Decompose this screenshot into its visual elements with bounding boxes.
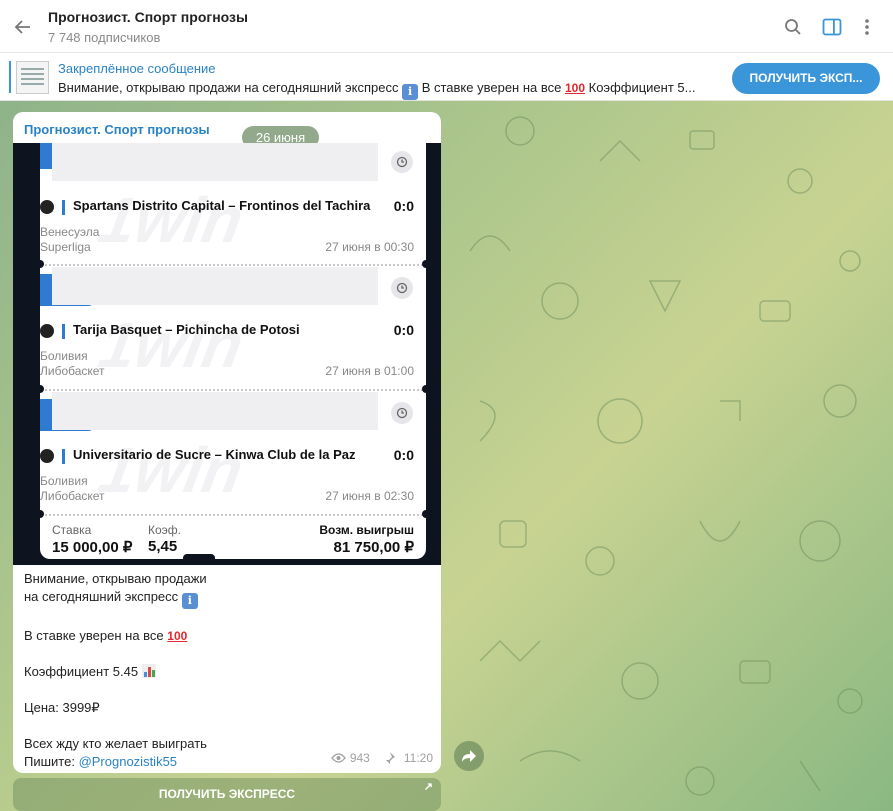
hundred-points-emoji: 100 — [564, 81, 586, 95]
message-meta: 943 11:20 — [330, 751, 433, 765]
chat-header: Прогнозист. Спорт прогнозы 7 748 подписч… — [0, 0, 893, 53]
forward-icon[interactable] — [454, 741, 484, 771]
match-datetime: 27 июня в 02:30 — [325, 489, 414, 503]
basketball-icon — [40, 324, 54, 338]
arrow-left-icon[interactable] — [10, 14, 36, 40]
external-link-icon: ↗ — [423, 781, 433, 793]
bar-marker — [62, 449, 65, 464]
basketball-icon — [40, 449, 54, 463]
redacted-block — [52, 392, 378, 430]
text-line: В ставке уверен на все — [24, 628, 164, 643]
eye-icon — [330, 753, 346, 763]
get-express-button[interactable]: ПОЛУЧИТЬ ЭКСПРЕСС ↗ — [13, 778, 441, 811]
coef-value: 5,45 — [148, 538, 178, 555]
match-country: Венесуэла — [40, 225, 100, 239]
notch — [40, 510, 44, 518]
bar-chart-emoji — [141, 664, 156, 678]
bet-row: Spartans Distrito Capital – Frontinos de… — [40, 143, 426, 263]
hundred-points-emoji: 100 — [167, 629, 188, 643]
clock-icon — [391, 277, 413, 299]
text-line: Пишите: — [24, 754, 79, 769]
match-country: Боливия — [40, 474, 88, 488]
divider — [40, 514, 426, 516]
match-datetime: 27 июня в 00:30 — [325, 240, 414, 254]
more-vertical-icon[interactable] — [856, 16, 878, 38]
text-line: Коэффициент 5.45 — [24, 664, 139, 679]
bet-slip-image[interactable]: 1win 1win 1win Spartans Distrito Capital… — [13, 143, 441, 565]
view-count: 943 — [349, 751, 370, 765]
message-author[interactable]: Прогнозист. Спорт прогнозы — [24, 122, 210, 137]
subscriber-count: 7 748 подписчиков — [48, 30, 161, 45]
text-line: Внимание, открываю продажи — [24, 571, 207, 586]
divider — [40, 264, 426, 266]
bar-marker — [62, 324, 65, 339]
channel-title[interactable]: Прогнозист. Спорт прогнозы — [48, 9, 248, 25]
redacted-block — [52, 267, 378, 305]
win-value: 81 750,00 ₽ — [333, 539, 414, 556]
bet-row: Tarija Basquet – Pichincha de Potosi 0:0… — [40, 267, 426, 387]
coef-label: Коэф. — [148, 523, 181, 537]
pin-icon — [384, 752, 395, 765]
notch — [422, 510, 426, 518]
text-line: на сегодняшний экспресс — [24, 589, 179, 604]
win-label: Возм. выигрыш — [319, 523, 414, 537]
match-name: Universitario de Sucre – Kinwa Club de l… — [73, 447, 356, 462]
message-time: 11:20 — [403, 751, 433, 765]
username-link[interactable]: @Prognozistik55 — [79, 754, 177, 769]
clock-icon — [391, 402, 413, 424]
match-country: Боливия — [40, 349, 88, 363]
information-emoji: i — [181, 593, 198, 609]
match-league: Либобаскет — [40, 364, 105, 378]
pinned-title: Закреплённое сообщение — [58, 61, 216, 76]
match-name: Spartans Distrito Capital – Frontinos de… — [73, 198, 371, 213]
pinned-get-express-button[interactable]: ПОЛУЧИТЬ ЭКСП... — [732, 63, 880, 94]
match-league: Superliga — [40, 240, 91, 254]
message-text: Внимание, открываю продажи на сегодняшни… — [24, 570, 429, 771]
bet-slip: 1win 1win 1win Spartans Distrito Capital… — [40, 143, 426, 559]
bar-marker — [62, 200, 65, 215]
match-score: 0:0 — [393, 322, 414, 338]
basketball-icon — [40, 200, 54, 214]
match-datetime: 27 июня в 01:00 — [325, 364, 414, 378]
bet-row: Universitario de Sucre – Kinwa Club de l… — [40, 392, 426, 512]
sidebar-toggle-icon[interactable] — [821, 16, 843, 38]
match-score: 0:0 — [393, 447, 414, 463]
match-score: 0:0 — [393, 198, 414, 214]
chat-background: Прогнозист. Спорт прогнозы 26 июня 1win … — [0, 101, 893, 811]
stake-label: Ставка — [52, 523, 92, 537]
stake-value: 15 000,00 ₽ — [52, 539, 133, 556]
information-emoji: i — [402, 84, 419, 100]
divider — [40, 389, 426, 391]
pinned-indicator — [9, 61, 11, 93]
match-name: Tarija Basquet – Pichincha de Potosi — [73, 322, 300, 337]
message-bubble: Прогнозист. Спорт прогнозы 26 июня 1win … — [13, 112, 441, 773]
match-league: Либобаскет — [40, 489, 105, 503]
bottom-tab — [183, 554, 215, 565]
pinned-text: Внимание, открываю продажи на сегодняшни… — [58, 80, 696, 100]
pinned-thumbnail — [16, 61, 49, 94]
text-line: Цена: 3999₽ — [24, 700, 100, 715]
search-icon[interactable] — [782, 16, 804, 38]
